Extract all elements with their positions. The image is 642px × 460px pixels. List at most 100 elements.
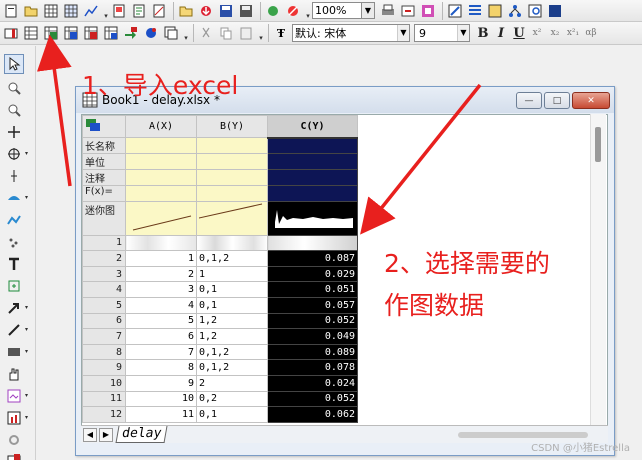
command-window-icon[interactable] [486, 2, 504, 20]
chevron-down-icon[interactable]: ▾ [102, 2, 110, 20]
cell-b[interactable]: 0,1 [196, 296, 268, 314]
rectangle-tool-icon[interactable] [4, 342, 24, 362]
cell-b[interactable]: 1 [196, 265, 268, 283]
zoom-in-icon[interactable] [4, 78, 24, 98]
chevron-down-icon[interactable]: ▾ [25, 392, 28, 399]
new-folder-icon[interactable] [22, 2, 40, 20]
restore-button[interactable]: □ [544, 92, 570, 109]
chevron-down-icon[interactable]: ▾ [25, 194, 28, 201]
results-log-icon[interactable] [466, 2, 484, 20]
cell-c[interactable]: 0.078 [267, 359, 358, 376]
row-header[interactable]: 12 [82, 406, 126, 423]
italic-button[interactable]: I [492, 26, 510, 41]
cell-c[interactable]: 0.089 [267, 343, 358, 361]
row-header[interactable]: 8 [82, 343, 126, 361]
new-matrix-icon[interactable] [62, 2, 80, 20]
paste-icon[interactable] [237, 24, 255, 42]
chevron-down-icon[interactable]: ▾ [257, 24, 265, 42]
column-header-b[interactable]: B(Y) [196, 115, 268, 138]
row-header[interactable]: 5 [82, 296, 126, 314]
zoom-dropdown-icon[interactable]: ▼ [362, 2, 375, 19]
meta-cell-a[interactable] [125, 200, 197, 236]
superscript-icon[interactable]: x² [528, 28, 546, 38]
row-header[interactable]: 7 [82, 328, 126, 345]
cell-a[interactable]: 3 [125, 281, 197, 298]
meta-row-header[interactable]: 单位 [82, 153, 126, 170]
screen-reader-icon[interactable] [4, 144, 24, 164]
insert-graph-icon[interactable] [4, 408, 24, 428]
meta-row-header[interactable]: 注释 [82, 169, 126, 186]
cell-b[interactable]: 0,1,2 [196, 359, 268, 376]
text-tool-icon[interactable] [4, 254, 24, 274]
cell-c[interactable]: 0.051 [267, 281, 358, 298]
save-template-icon[interactable] [237, 2, 255, 20]
cell-b[interactable]: 1,2 [196, 312, 268, 330]
close-button[interactable]: ✕ [572, 92, 610, 109]
cell-b[interactable]: 0,1,2 [196, 343, 268, 361]
import-multiple-icon[interactable] [102, 24, 120, 42]
data-reader-icon[interactable] [4, 166, 24, 186]
column-header-c[interactable]: C(Y) [267, 115, 358, 139]
cell-b[interactable]: 2 [196, 374, 268, 392]
cell-b[interactable]: 0,2 [196, 390, 268, 408]
meta-cell-a[interactable] [125, 153, 197, 170]
cell-c[interactable]: 0.062 [267, 406, 358, 423]
meta-cell-c[interactable] [267, 200, 358, 236]
cell-c[interactable] [267, 234, 358, 252]
cell-a[interactable] [125, 234, 197, 252]
import-excel-icon[interactable] [42, 24, 60, 42]
row-header[interactable]: 1 [82, 234, 126, 252]
cell-c[interactable]: 0.087 [267, 250, 358, 267]
cell-c[interactable]: 0.057 [267, 296, 358, 314]
no-recalculate-icon[interactable] [284, 2, 302, 20]
cell-a[interactable]: 11 [125, 406, 197, 423]
import-cloud-icon[interactable] [197, 2, 215, 20]
meta-cell-b[interactable] [196, 137, 268, 154]
chevron-down-icon[interactable]: ▾ [25, 414, 28, 421]
apps-icon[interactable] [546, 2, 564, 20]
scale-icon[interactable] [4, 122, 24, 142]
chevron-down-icon[interactable]: ▾ [304, 2, 312, 20]
supersubscript-icon[interactable]: x²₁ [564, 28, 582, 38]
graph-export-icon[interactable] [122, 24, 140, 42]
annotation-icon[interactable] [4, 276, 24, 296]
meta-cell-b[interactable] [196, 169, 268, 186]
zoom-select[interactable]: 100% [312, 2, 362, 19]
cell-a[interactable]: 2 [125, 265, 197, 283]
column-header-a[interactable]: A(X) [125, 115, 197, 138]
scrollbar-thumb[interactable] [595, 127, 601, 162]
meta-cell-a[interactable] [125, 185, 197, 202]
meta-cell-c[interactable] [267, 137, 358, 154]
recalculate-icon[interactable] [264, 2, 282, 20]
object-manager-icon[interactable] [526, 2, 544, 20]
new-notes-icon[interactable] [130, 2, 148, 20]
chevron-down-icon[interactable]: ▾ [25, 304, 28, 311]
row-header[interactable]: 6 [82, 312, 126, 330]
chevron-down-icon[interactable]: ▾ [182, 24, 190, 42]
bold-button[interactable]: B [474, 26, 492, 41]
meta-cell-a[interactable] [125, 137, 197, 154]
batch-plot-icon[interactable] [162, 24, 180, 42]
cell-a[interactable]: 6 [125, 328, 197, 345]
cell-b[interactable]: 0,1,2 [196, 250, 268, 267]
sheet-tab-delay[interactable]: delay [115, 426, 168, 443]
meta-row-header[interactable]: 长名称 [82, 137, 126, 154]
open-icon[interactable] [177, 2, 195, 20]
meta-cell-b[interactable] [196, 200, 268, 236]
project-explorer-icon[interactable] [506, 2, 524, 20]
cell-c[interactable]: 0.052 [267, 390, 358, 408]
new-layout-icon[interactable] [110, 2, 128, 20]
next-sheet-button[interactable]: ▶ [99, 427, 113, 442]
hand-tool-icon[interactable] [4, 364, 24, 384]
chevron-down-icon[interactable]: ▾ [25, 326, 28, 333]
chevron-down-icon[interactable]: ▼ [457, 25, 469, 41]
insert-image-icon[interactable] [4, 450, 24, 460]
copy-icon[interactable] [217, 24, 235, 42]
mask-icon[interactable] [4, 210, 24, 230]
chevron-down-icon[interactable]: ▾ [25, 348, 28, 355]
cell-c[interactable]: 0.049 [267, 328, 358, 345]
meta-cell-b[interactable] [196, 185, 268, 202]
new-project-icon[interactable] [2, 2, 20, 20]
cell-b[interactable]: 0,1 [196, 281, 268, 298]
line-tool-icon[interactable] [4, 320, 24, 340]
